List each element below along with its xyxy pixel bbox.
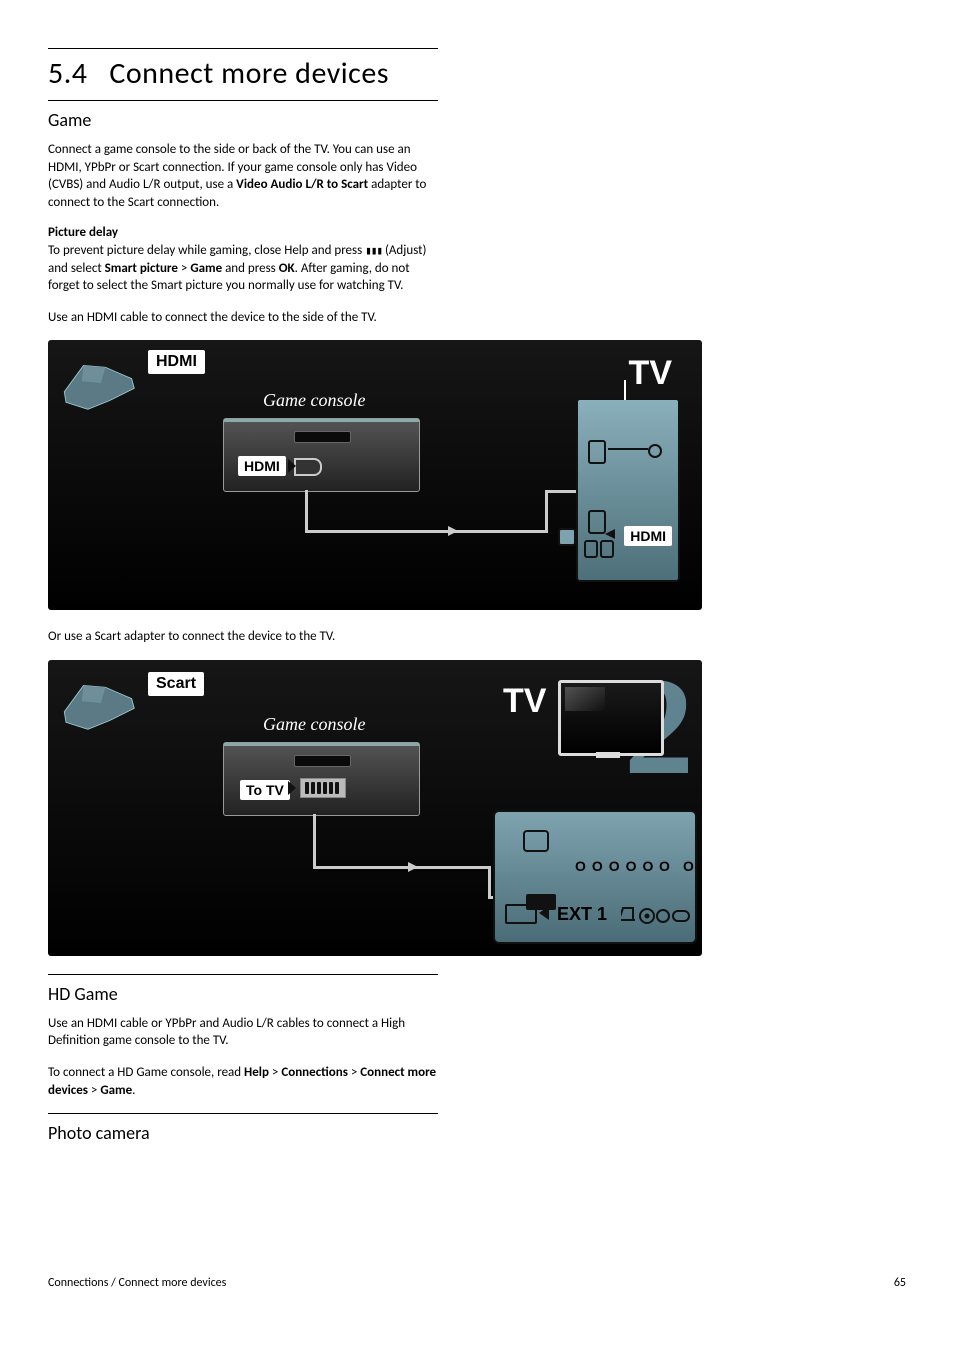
port-hdmi: HDMI (238, 456, 286, 476)
footer-page: 65 (894, 1276, 906, 1290)
subsection-game: Game (48, 109, 438, 131)
game-console (223, 418, 420, 492)
diagram-hdmi: HDMI Game console TV HDMI HDMI (48, 340, 702, 610)
tv-text: TV (503, 682, 546, 721)
tv-panel (576, 398, 680, 582)
hand-icon (56, 348, 146, 418)
paragraph: Use an HDMI cable or YPbPr and Audio L/R… (48, 1015, 438, 1050)
console-label: Game console (263, 390, 365, 411)
scart-plug (300, 778, 346, 798)
scart-socket (526, 894, 556, 910)
tv-port-hdmi: HDMI (624, 526, 672, 546)
tag-scart: Scart (148, 672, 204, 696)
tv-text: TV (629, 354, 672, 393)
sub-picture-delay: Picture delay (48, 225, 438, 240)
subsection-camera: Photo camera (48, 1122, 438, 1144)
adjust-icon: ▮▮▮ (365, 244, 382, 259)
section-heading: 5.4 Connect more devices (48, 55, 438, 92)
hdmi-plug (294, 458, 322, 476)
section-number: 5.4 (48, 55, 87, 92)
port-icons (621, 906, 691, 926)
diagram-scart: Scart 2 Game console TV To TV (48, 660, 702, 956)
port-totv: To TV (240, 780, 290, 800)
ext1-label: EXT 1 (557, 904, 607, 925)
paragraph: Use an HDMI cable to connect the device … (48, 309, 438, 327)
hand-icon (56, 668, 146, 738)
tv-screen (558, 680, 664, 756)
paragraph: To prevent picture delay while gaming, c… (48, 242, 438, 295)
console-label: Game console (263, 714, 365, 735)
tv-back-panel: OOOOO O O EXT 1 (493, 810, 697, 944)
subsection-hdgame: HD Game (48, 983, 438, 1005)
footer-path: Connections / Connect more devices (48, 1276, 226, 1290)
paragraph: Connect a game console to the side or ba… (48, 141, 438, 211)
tag-hdmi: HDMI (148, 350, 205, 374)
paragraph: To connect a HD Game console, read Help … (48, 1064, 438, 1099)
paragraph: Or use a Scart adapter to connect the de… (48, 628, 438, 646)
section-title: Connect more devices (109, 55, 389, 92)
